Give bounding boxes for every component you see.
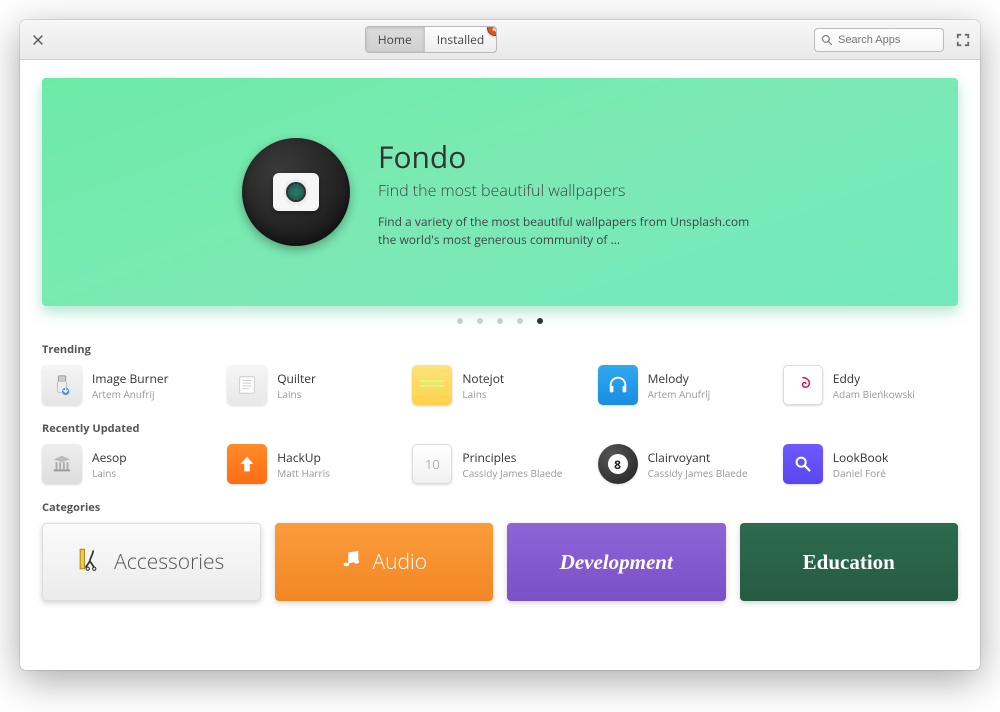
app-author: Adam Bieńkowski [833, 387, 915, 401]
app-name: Melody [648, 370, 711, 387]
trending-row: Image Burner Artem Anufrij Quilter Lains… [42, 365, 958, 405]
app-author: Lains [462, 387, 504, 401]
banner-pager [42, 318, 958, 324]
featured-title: Fondo [378, 136, 758, 177]
app-author: Cassidy James Blaede [648, 466, 748, 480]
view-switcher: Home Installed 4 [365, 26, 497, 53]
updates-badge: 4 [487, 26, 497, 36]
music-note-icon [340, 548, 362, 577]
trending-label: Trending [42, 342, 958, 357]
sticky-note-icon [412, 365, 452, 405]
pager-dot-4[interactable] [517, 318, 523, 324]
titlebar-center: Home Installed 4 [56, 26, 806, 53]
featured-subtitle: Find the most beautiful wallpapers [378, 179, 758, 201]
app-aesop[interactable]: Aesop Lains [42, 444, 217, 484]
categories-label: Categories [42, 500, 958, 515]
app-image-burner[interactable]: Image Burner Artem Anufrij [42, 365, 217, 405]
pager-dot-2[interactable] [477, 318, 483, 324]
titlebar: Home Installed 4 [20, 20, 980, 60]
category-label: Development [560, 550, 673, 575]
usb-icon [42, 365, 82, 405]
category-development[interactable]: Development [507, 523, 726, 601]
arrow-up-icon [227, 444, 267, 484]
app-principles[interactable]: 10 Principles Cassidy James Blaede [412, 444, 587, 484]
close-button[interactable] [28, 30, 48, 50]
app-name: Principles [462, 449, 562, 466]
category-education[interactable]: Education [740, 523, 959, 601]
app-name: Clairvoyant [648, 449, 748, 466]
featured-text: Fondo Find the most beautiful wallpapers… [378, 136, 758, 248]
app-author: Artem Anufrij [92, 387, 169, 401]
pager-dot-1[interactable] [457, 318, 463, 324]
pager-dot-5[interactable] [537, 318, 543, 324]
app-name: LookBook [833, 449, 889, 466]
featured-description: Find a variety of the most beautiful wal… [378, 213, 758, 248]
tab-installed[interactable]: Installed 4 [425, 27, 497, 52]
search-box[interactable] [814, 28, 944, 52]
app-author: Matt Harris [277, 466, 330, 480]
app-clairvoyant[interactable]: 8 Clairvoyant Cassidy James Blaede [598, 444, 773, 484]
category-label: Accessories [114, 548, 224, 576]
maximize-button[interactable] [954, 31, 972, 49]
camera-icon [273, 173, 319, 211]
app-melody[interactable]: Melody Artem Anufrij [598, 365, 773, 405]
search-input[interactable] [838, 34, 937, 46]
category-audio[interactable]: Audio [275, 523, 494, 601]
app-lookbook[interactable]: LookBook Daniel Foré [783, 444, 958, 484]
magnifier-icon [783, 444, 823, 484]
category-accessories[interactable]: Accessories [42, 523, 261, 601]
app-name: Notejot [462, 370, 504, 387]
app-author: Cassidy James Blaede [462, 466, 562, 480]
featured-app-icon [242, 138, 350, 246]
recent-label: Recently Updated [42, 421, 958, 436]
app-name: Image Burner [92, 370, 169, 387]
categories-row: Accessories Audio Development Education [42, 523, 958, 601]
headphones-icon [598, 365, 638, 405]
app-name: Aesop [92, 449, 127, 466]
app-quilter[interactable]: Quilter Lains [227, 365, 402, 405]
app-author: Lains [277, 387, 316, 401]
content: Fondo Find the most beautiful wallpapers… [20, 60, 980, 670]
pager-dot-3[interactable] [497, 318, 503, 324]
calendar-day: 10 [425, 455, 440, 473]
app-hackup[interactable]: HackUp Matt Harris [227, 444, 402, 484]
titlebar-right [814, 28, 972, 52]
debian-icon [783, 365, 823, 405]
recent-row: Aesop Lains HackUp Matt Harris 10 Pri [42, 444, 958, 484]
app-author: Lains [92, 466, 127, 480]
ruler-scissors-icon [78, 546, 104, 579]
eight-ball-icon: 8 [598, 444, 638, 484]
category-label: Education [803, 550, 895, 575]
tab-home[interactable]: Home [366, 27, 425, 52]
search-icon [821, 29, 833, 51]
tab-home-label: Home [378, 31, 412, 48]
app-author: Daniel Foré [833, 466, 889, 480]
document-icon [227, 365, 267, 405]
columns-icon [42, 444, 82, 484]
app-name: HackUp [277, 449, 330, 466]
app-notejot[interactable]: Notejot Lains [412, 365, 587, 405]
app-author: Artem Anufrij [648, 387, 711, 401]
app-name: Quilter [277, 370, 316, 387]
calendar-icon: 10 [412, 444, 452, 484]
app-name: Eddy [833, 370, 915, 387]
featured-banner[interactable]: Fondo Find the most beautiful wallpapers… [42, 78, 958, 306]
app-eddy[interactable]: Eddy Adam Bieńkowski [783, 365, 958, 405]
category-label: Audio [372, 548, 427, 576]
app-window: Home Installed 4 [20, 20, 980, 670]
tab-installed-label: Installed [437, 31, 485, 48]
